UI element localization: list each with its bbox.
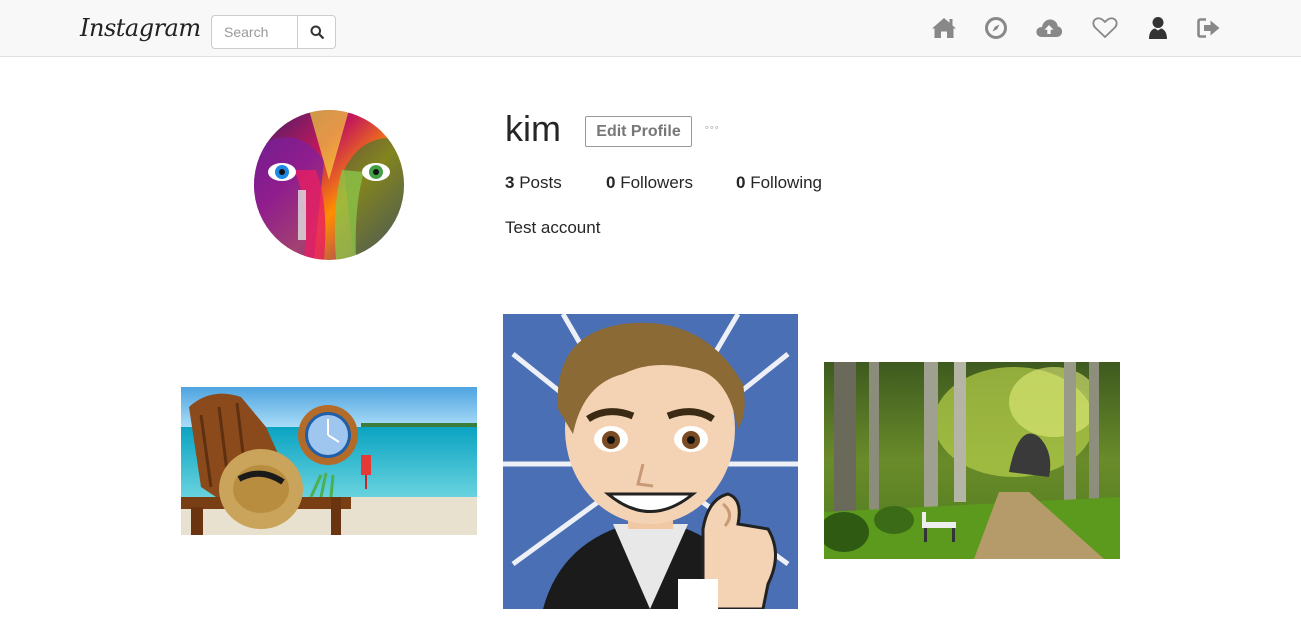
activity-nav-button[interactable] (1091, 14, 1119, 42)
home-nav-button[interactable] (930, 14, 958, 42)
followers-stat[interactable]: 0 Followers (606, 173, 693, 193)
post-thumbnail-beach[interactable] (181, 387, 477, 535)
post-thumbnail-avatar[interactable] (503, 314, 798, 609)
following-count: 0 (736, 173, 746, 192)
nav-icons (0, 14, 1301, 42)
following-label: Following (750, 173, 823, 192)
post-image (181, 387, 477, 535)
followers-label: Followers (620, 173, 693, 192)
following-stat[interactable]: 0 Following (736, 173, 822, 193)
post-image (824, 362, 1120, 559)
post-thumbnail-park[interactable] (824, 362, 1120, 559)
post-image (503, 314, 798, 609)
avatar-image (254, 110, 404, 260)
compass-icon (985, 17, 1007, 39)
posts-count: 3 (505, 173, 515, 192)
posts-stat: 3 Posts (505, 173, 562, 193)
explore-nav-button[interactable] (982, 14, 1010, 42)
upload-nav-button[interactable] (1035, 14, 1063, 42)
profile-nav-button[interactable] (1144, 14, 1172, 42)
logout-nav-button[interactable] (1195, 14, 1223, 42)
home-icon (932, 18, 956, 38)
top-navbar: Instagram (0, 0, 1301, 57)
profile-avatar (254, 110, 404, 260)
profile-username: kim (505, 108, 561, 149)
user-icon (1149, 17, 1167, 39)
edit-profile-button[interactable]: Edit Profile (585, 116, 692, 147)
logout-icon (1197, 18, 1220, 38)
more-options-button[interactable]: ◦◦◦ (705, 122, 720, 134)
followers-count: 0 (606, 173, 616, 192)
heart-icon (1092, 17, 1118, 38)
profile-bio: Test account (505, 218, 601, 237)
upload-cloud-icon (1036, 19, 1063, 37)
posts-label: Posts (519, 173, 562, 192)
